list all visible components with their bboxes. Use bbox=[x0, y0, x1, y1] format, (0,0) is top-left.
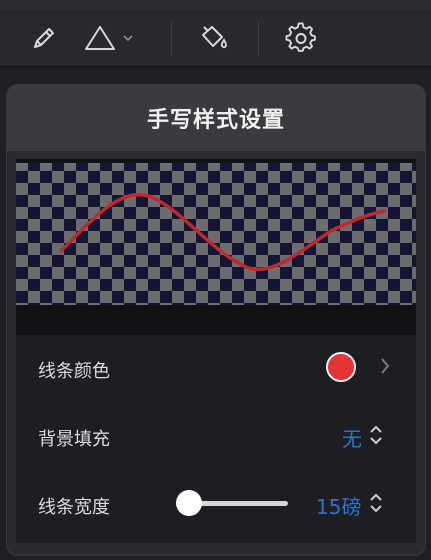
toolbar-top-strip bbox=[0, 0, 431, 10]
gear-icon[interactable] bbox=[283, 20, 319, 56]
up-down-chevron-icon[interactable] bbox=[368, 423, 384, 447]
paint-bucket-icon[interactable] bbox=[196, 20, 232, 56]
line-color-swatch[interactable] bbox=[326, 352, 356, 382]
stroke-preview bbox=[16, 159, 416, 335]
triangle-icon[interactable] bbox=[82, 20, 118, 56]
panel-header: 手写样式设置 bbox=[7, 85, 425, 151]
line-width-label: 线条宽度 bbox=[38, 497, 110, 518]
line-color-row[interactable]: 线条颜色 bbox=[16, 335, 416, 401]
top-toolbar bbox=[0, 0, 431, 67]
line-width-row: 线条宽度 15磅 bbox=[16, 471, 416, 537]
background-fill-label: 背景填充 bbox=[38, 429, 110, 450]
line-width-value[interactable]: 15磅 bbox=[316, 491, 361, 520]
line-color-label: 线条颜色 bbox=[38, 361, 110, 382]
toolbar-separator bbox=[171, 22, 172, 56]
toolbar-separator bbox=[258, 22, 259, 56]
chevron-down-icon[interactable] bbox=[118, 20, 138, 56]
background-fill-value[interactable]: 无 bbox=[342, 423, 362, 452]
chevron-right-icon[interactable] bbox=[378, 355, 392, 377]
preview-canvas bbox=[16, 163, 416, 305]
panel-title: 手写样式设置 bbox=[146, 108, 285, 133]
line-width-slider-thumb[interactable] bbox=[176, 490, 202, 516]
up-down-chevron-icon[interactable] bbox=[368, 491, 384, 515]
background-fill-row[interactable]: 背景填充 无 bbox=[16, 403, 416, 469]
handwriting-style-panel: 手写样式设置 线条颜色 背景填充 无 线条宽度 15磅 bbox=[6, 84, 426, 556]
pencil-icon[interactable] bbox=[26, 20, 62, 56]
settings-list: 线条颜色 背景填充 无 线条宽度 15磅 bbox=[16, 335, 416, 543]
